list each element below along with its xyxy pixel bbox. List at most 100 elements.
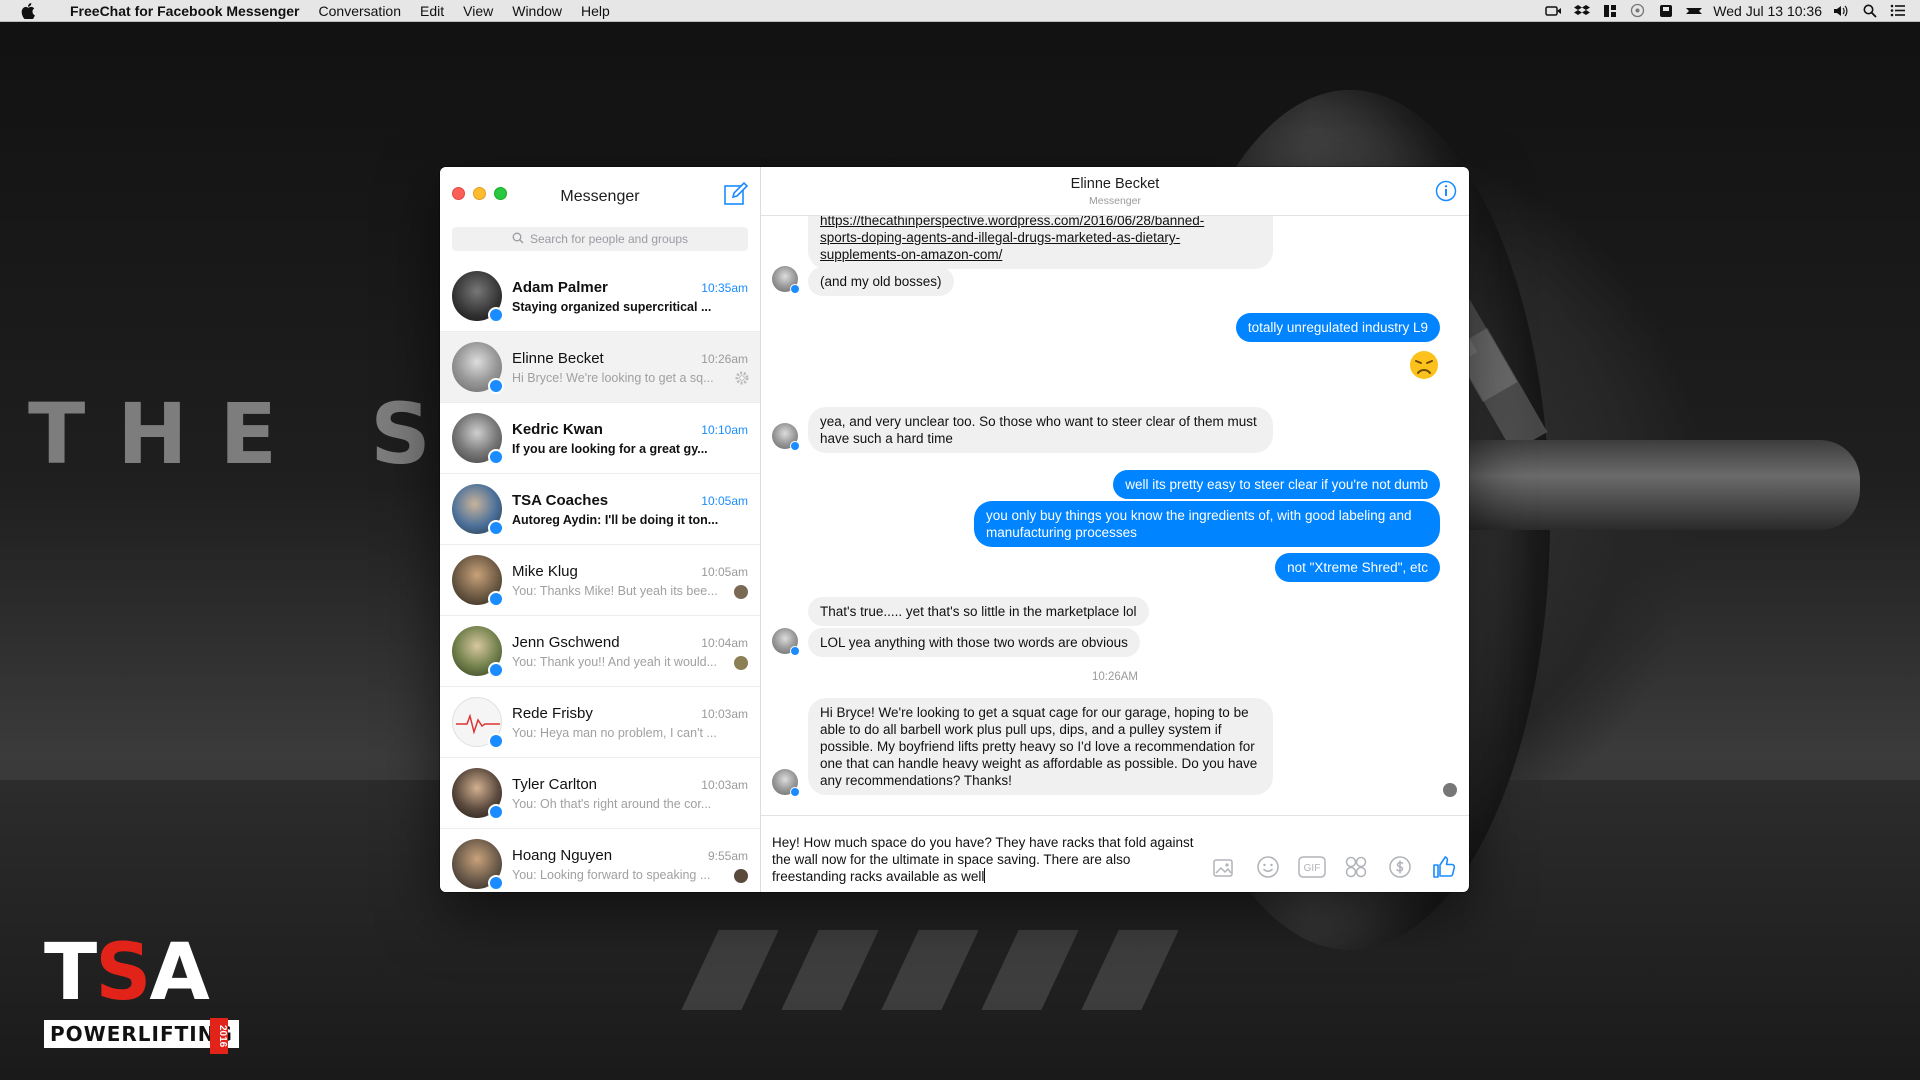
message-composer[interactable]: Hey! How much space do you have? They ha… bbox=[761, 815, 1469, 892]
messenger-badge-icon bbox=[488, 449, 504, 465]
messenger-badge-icon bbox=[790, 441, 800, 451]
conversation-time: 10:05am bbox=[701, 564, 748, 579]
text-caret bbox=[984, 868, 986, 883]
photo-icon[interactable] bbox=[1209, 854, 1239, 880]
conversation-item[interactable]: Rede Frisby 10:03am You: Heya man no probl… bbox=[440, 687, 760, 758]
conversation-snippet: You: Heya man no problem, I can't ... bbox=[512, 725, 717, 740]
minimize-window-button[interactable] bbox=[473, 187, 486, 200]
avatar bbox=[452, 484, 504, 536]
message-link-line[interactable]: sports-doping-agents-and-illegal-drugs-m… bbox=[820, 230, 1180, 245]
conversation-time: 9:55am bbox=[707, 848, 748, 863]
conversation-list: Adam Palmer 10:35am Staying organized supe… bbox=[440, 261, 760, 892]
menu-view[interactable]: View bbox=[463, 3, 493, 19]
menu-help[interactable]: Help bbox=[581, 3, 610, 19]
apple-icon[interactable] bbox=[20, 2, 36, 19]
sender-avatar bbox=[772, 628, 800, 656]
conversation-time: 10:35am bbox=[701, 280, 748, 295]
seen-receipt-avatar bbox=[1443, 783, 1457, 797]
avatar bbox=[452, 413, 504, 465]
menu-bar: FreeChat for Facebook Messenger Conversa… bbox=[0, 0, 1920, 22]
conversation-time: 10:05am bbox=[701, 493, 748, 508]
messenger-window: Messenger Search for people and groups A… bbox=[440, 167, 1469, 892]
wall-text: THE STRE bbox=[28, 385, 448, 483]
conversation-item[interactable]: Tyler Carlton 10:03am You: Oh that's right… bbox=[440, 758, 760, 829]
gif-icon[interactable]: GIF bbox=[1297, 854, 1327, 880]
messenger-badge-icon bbox=[488, 804, 504, 820]
read-receipt-avatar bbox=[734, 869, 748, 883]
menubar-clock[interactable]: Wed Jul 13 10:36 bbox=[1713, 3, 1822, 19]
sync-icon[interactable] bbox=[1629, 3, 1646, 18]
messenger-badge-icon bbox=[790, 646, 800, 656]
volume-icon[interactable] bbox=[1833, 4, 1850, 18]
conversation-name: TSA Coaches bbox=[512, 491, 609, 509]
like-icon[interactable] bbox=[1429, 854, 1459, 880]
sender-avatar bbox=[772, 423, 800, 451]
messenger-badge-icon bbox=[488, 733, 504, 749]
zoom-window-button[interactable] bbox=[494, 187, 507, 200]
message-bubble-incoming: (and my old bosses) bbox=[808, 267, 954, 296]
conversation-item[interactable]: Kedric Kwan 10:10am If you are looking for… bbox=[440, 403, 760, 474]
sidebar-header: Messenger bbox=[440, 167, 760, 227]
gear-icon[interactable] bbox=[734, 370, 750, 386]
close-window-button[interactable] bbox=[452, 187, 465, 200]
window-manager-icon[interactable] bbox=[1601, 4, 1618, 18]
composer-toolbar: GIF bbox=[1209, 854, 1459, 880]
menu-app-name[interactable]: FreeChat for Facebook Messenger bbox=[70, 3, 300, 19]
avatar bbox=[452, 555, 504, 607]
emoji-icon[interactable] bbox=[1253, 854, 1283, 880]
search-input[interactable]: Search for people and groups bbox=[452, 227, 748, 251]
menu-window[interactable]: Window bbox=[512, 3, 562, 19]
conversation-item-selected[interactable]: Elinne Becket 10:26am Hi Bryce! We're look… bbox=[440, 332, 760, 403]
conversation-name: Kedric Kwan bbox=[512, 420, 603, 438]
message-link-line[interactable]: https://thecathinperspective.wordpress.c… bbox=[820, 216, 1204, 228]
messenger-badge-icon bbox=[488, 307, 504, 323]
avatar bbox=[452, 342, 504, 394]
conversation-sidebar: Messenger Search for people and groups A… bbox=[440, 167, 761, 892]
messenger-badge-icon bbox=[488, 591, 504, 607]
facetime-icon[interactable] bbox=[1545, 4, 1562, 18]
dropbox-icon[interactable] bbox=[1573, 4, 1590, 18]
sticker-icon[interactable] bbox=[1341, 854, 1371, 880]
menu-conversation[interactable]: Conversation bbox=[319, 3, 402, 19]
message-link-line[interactable]: supplements-on-amazon-com/ bbox=[820, 247, 1002, 262]
conversation-snippet: You: Oh that's right around the cor... bbox=[512, 796, 712, 811]
message-bubble-incoming: LOL yea anything with those two words ar… bbox=[808, 628, 1140, 657]
conversation-time: 10:03am bbox=[701, 777, 748, 792]
read-receipt-avatar bbox=[734, 585, 748, 599]
composer-input[interactable]: Hey! How much space do you have? They ha… bbox=[772, 834, 1202, 885]
conversation-snippet: You: Thanks Mike! But yeah its bee... bbox=[512, 583, 718, 598]
conversation-time: 10:26am bbox=[701, 351, 748, 366]
conversation-item[interactable]: Hoang Nguyen 9:55am You: Looking forward t… bbox=[440, 829, 760, 892]
notification-center-icon[interactable] bbox=[1889, 4, 1906, 18]
search-placeholder: Search for people and groups bbox=[529, 232, 689, 246]
message-timestamp: 10:26AM bbox=[1091, 671, 1139, 683]
tsa-logo: TSA POWERLIFTING 2016 bbox=[44, 928, 239, 1058]
messenger-status-icon[interactable] bbox=[1685, 4, 1703, 18]
messenger-badge-icon bbox=[488, 520, 504, 536]
chat-contact-name[interactable]: Elinne Becket bbox=[761, 176, 1469, 192]
conversation-item[interactable]: Adam Palmer 10:35am Staying organized supe… bbox=[440, 261, 760, 332]
conversation-item[interactable]: TSA Coaches 10:05am Autoreg Aydin: I'll be… bbox=[440, 474, 760, 545]
svg-text:GIF: GIF bbox=[1304, 863, 1321, 874]
compose-icon[interactable] bbox=[722, 180, 750, 208]
payment-icon[interactable] bbox=[1385, 854, 1415, 880]
window-controls bbox=[452, 187, 507, 200]
avatar bbox=[452, 768, 504, 820]
conversation-item[interactable]: Mike Klug 10:05am You: Thanks Mike! But ye… bbox=[440, 545, 760, 616]
music-widget-icon[interactable] bbox=[1657, 4, 1674, 18]
conversation-snippet: If you are looking for a great gy... bbox=[512, 441, 708, 456]
menu-edit[interactable]: Edit bbox=[420, 3, 444, 19]
conversation-item[interactable]: Jenn Gschwend 10:04am You: Thank you!! And… bbox=[440, 616, 760, 687]
message-bubble-outgoing: not "Xtreme Shred", etc bbox=[1275, 553, 1440, 582]
status-area: Wed Jul 13 10:36 bbox=[1545, 3, 1920, 19]
avatar bbox=[452, 839, 504, 891]
spotlight-search-icon[interactable] bbox=[1861, 4, 1878, 18]
messenger-badge-icon bbox=[488, 662, 504, 678]
message-thread: https://thecathinperspective.wordpress.c… bbox=[761, 216, 1469, 815]
message-bubble-incoming: That's true..... yet that's so little in… bbox=[808, 597, 1149, 626]
avatar bbox=[452, 697, 504, 749]
message-bubble-link[interactable]: https://thecathinperspective.wordpress.c… bbox=[808, 216, 1273, 269]
avatar bbox=[452, 626, 504, 678]
conversation-name: Jenn Gschwend bbox=[512, 633, 620, 651]
info-icon[interactable] bbox=[1435, 180, 1457, 202]
